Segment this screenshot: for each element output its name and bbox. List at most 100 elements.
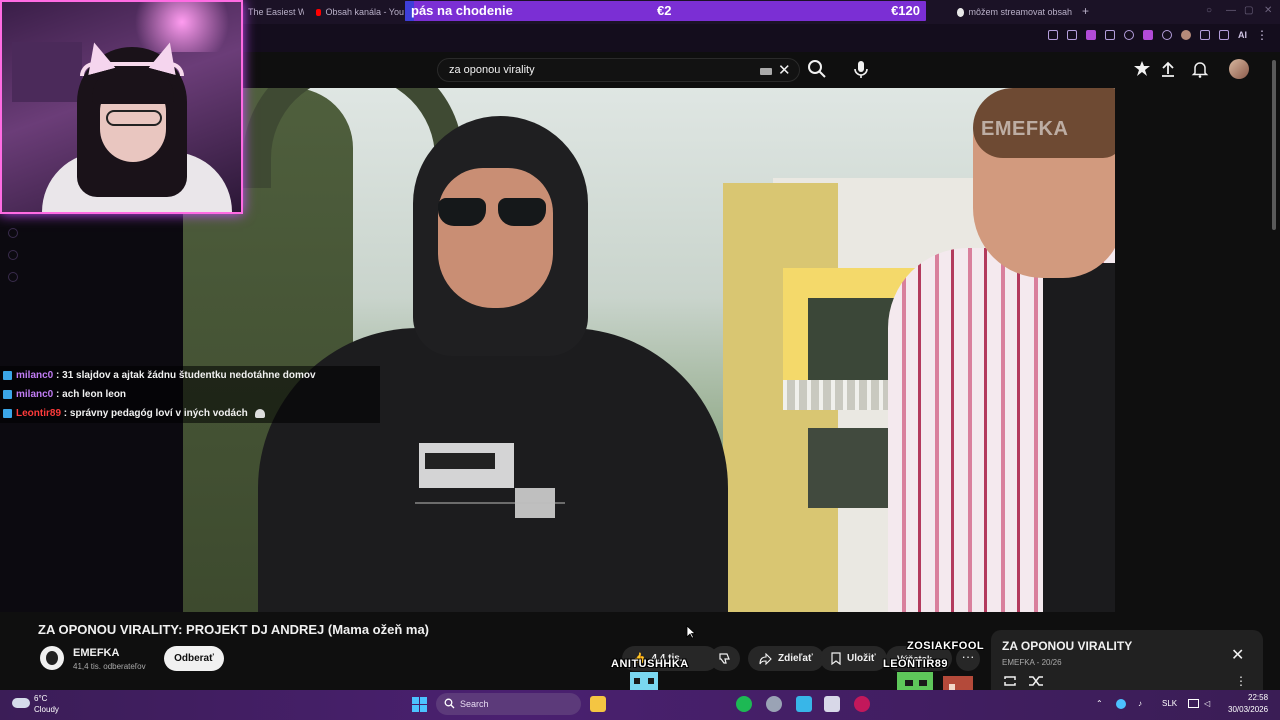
search-tabs-icon[interactable]: ○: [1206, 5, 1212, 16]
donation-goal-target: €120: [891, 3, 920, 18]
search-input[interactable]: za oponou virality ✕: [437, 58, 800, 82]
chat-message: milanc0 : ach leon leon: [0, 385, 380, 404]
taskbar-search-placeholder: Search: [460, 699, 489, 709]
weather-temperature[interactable]: 6°C: [34, 694, 47, 703]
search-query: za oponou virality: [449, 64, 535, 76]
tab-label: Obsah kanála - You: [325, 7, 404, 17]
youtube-icon: [316, 8, 322, 16]
close-playlist-icon[interactable]: ✕: [1231, 645, 1244, 665]
share-icon: [759, 652, 772, 665]
settings-icon[interactable]: [766, 696, 782, 712]
channel-name[interactable]: EMEFKA: [73, 647, 119, 659]
tray-chevron-icon[interactable]: ⌃: [1096, 699, 1103, 708]
stream-chat: milanc0 : 31 slajdov a ajtak žádnu štude…: [0, 366, 380, 423]
pin-icon[interactable]: [1048, 30, 1058, 40]
app-icon[interactable]: [796, 696, 812, 712]
weather-condition[interactable]: Cloudy: [34, 705, 59, 714]
search-icon[interactable]: [806, 58, 828, 80]
clear-search-icon[interactable]: ✕: [778, 61, 791, 79]
tab-the-easiest[interactable]: The Easiest W: [248, 4, 304, 20]
donation-goal-bar: pás na chodenie €2 €120: [405, 1, 926, 21]
clock-date[interactable]: 30/03/2026: [1228, 705, 1268, 714]
taskbar-search[interactable]: [436, 693, 581, 715]
video-sunglasses: [438, 198, 548, 228]
page-scrollbar[interactable]: [1272, 60, 1276, 230]
cloud-icon[interactable]: [12, 698, 30, 708]
share-label: Zdieľať: [778, 653, 813, 664]
tab-obsah-kanala[interactable]: Obsah kanála - You: [316, 4, 404, 20]
play-icon[interactable]: [1105, 30, 1115, 40]
network-icon[interactable]: [1188, 699, 1199, 708]
playlist-title: ZA OPONOU VIRALITY: [1002, 639, 1133, 653]
new-tab-icon[interactable]: +: [1082, 4, 1089, 18]
keyboard-icon[interactable]: [760, 68, 772, 75]
dislike-button[interactable]: [710, 646, 740, 671]
google-icon: [957, 7, 965, 17]
video-person-face: [438, 168, 553, 308]
app-icon[interactable]: [824, 696, 840, 712]
profile-icon[interactable]: [1181, 30, 1191, 40]
tray-app-icon[interactable]: [1116, 699, 1126, 709]
bookmark-icon: [831, 652, 841, 665]
browser-icon[interactable]: [854, 696, 870, 712]
menu-icon[interactable]: ⋮: [1256, 29, 1268, 41]
webcam-light: [122, 2, 241, 52]
chat-badge-icon: [3, 371, 12, 380]
subscribe-button[interactable]: Odberať: [164, 646, 224, 671]
channel-avatar[interactable]: [40, 646, 64, 670]
chat-username: milanc0: [16, 370, 54, 381]
maximize-icon[interactable]: ▢: [1244, 5, 1253, 16]
playlist-menu-icon[interactable]: ⋮: [1235, 674, 1247, 688]
sidebar-shorts-icon[interactable]: [8, 250, 18, 260]
donation-goal-current: €2: [657, 3, 672, 18]
create-icon[interactable]: [1133, 60, 1151, 78]
spotify-icon[interactable]: [736, 696, 752, 712]
tray-mic-icon[interactable]: ♪: [1138, 699, 1142, 708]
ai-label[interactable]: AI: [1238, 30, 1247, 40]
file-explorer-icon[interactable]: [590, 696, 606, 712]
microphone-icon[interactable]: [851, 58, 871, 80]
chat-text: : ach leon leon: [56, 389, 127, 400]
video-title: ZA OPONOU VIRALITY: PROJEKT DJ ANDREJ (M…: [38, 622, 430, 637]
screenshot-icon[interactable]: [1067, 30, 1077, 40]
account-avatar[interactable]: [1229, 59, 1249, 79]
emote-icon: [254, 408, 265, 418]
video-shirt-print: [415, 443, 565, 518]
shuffle-icon[interactable]: [1028, 674, 1044, 688]
streamer-webcam: [0, 0, 243, 214]
tab-label: môžem streamovat obsah: [968, 7, 1072, 17]
puzzle-icon[interactable]: [1162, 30, 1172, 40]
chat-text: : 31 slajdov a ajtak žádnu študentku ned…: [56, 370, 316, 381]
download-icon[interactable]: [1200, 30, 1210, 40]
close-window-icon[interactable]: ✕: [1264, 5, 1272, 16]
dislike-icon: [719, 653, 730, 664]
webcam-shelf: [12, 42, 82, 102]
video-person-tee: [1043, 263, 1115, 612]
chat-text: : správny pedagóg loví v iných vodách: [63, 408, 248, 419]
loop-icon[interactable]: [1002, 674, 1018, 688]
sidebar-icon[interactable]: [1219, 30, 1229, 40]
heart-icon[interactable]: [1124, 30, 1134, 40]
upload-icon[interactable]: [1159, 60, 1177, 78]
share-button[interactable]: Zdieľať: [748, 646, 824, 671]
notifications-icon[interactable]: [1191, 60, 1209, 78]
windows-start-icon[interactable]: [412, 697, 427, 712]
sidebar-home-icon[interactable]: [8, 228, 18, 238]
mouse-cursor-icon: [686, 625, 696, 639]
tab-mozem-streamovat[interactable]: môžem streamovat obsah: [957, 4, 1072, 20]
save-label: Uložiť: [847, 653, 876, 664]
subscriber-count: 41,4 tis. odberateľov: [73, 662, 146, 671]
donation-goal-label: pás na chodenie: [411, 3, 513, 18]
save-button[interactable]: Uložiť: [820, 646, 887, 671]
minimize-icon[interactable]: —: [1226, 5, 1236, 16]
language-indicator[interactable]: SLK: [1162, 699, 1177, 708]
chat-message: Leontir89 : správny pedagóg loví v iných…: [0, 404, 380, 423]
video-player[interactable]: EMEFKA: [183, 88, 1115, 612]
sidebar-subscriptions-icon[interactable]: [8, 272, 18, 282]
clock-time[interactable]: 22:58: [1248, 693, 1268, 702]
extension-icon[interactable]: [1143, 30, 1153, 40]
volume-icon[interactable]: ◁: [1204, 699, 1210, 708]
tab-label: The Easiest W: [248, 7, 304, 17]
shield-icon[interactable]: [1086, 30, 1096, 40]
chat-message: milanc0 : 31 slajdov a ajtak žádnu štude…: [0, 366, 380, 385]
